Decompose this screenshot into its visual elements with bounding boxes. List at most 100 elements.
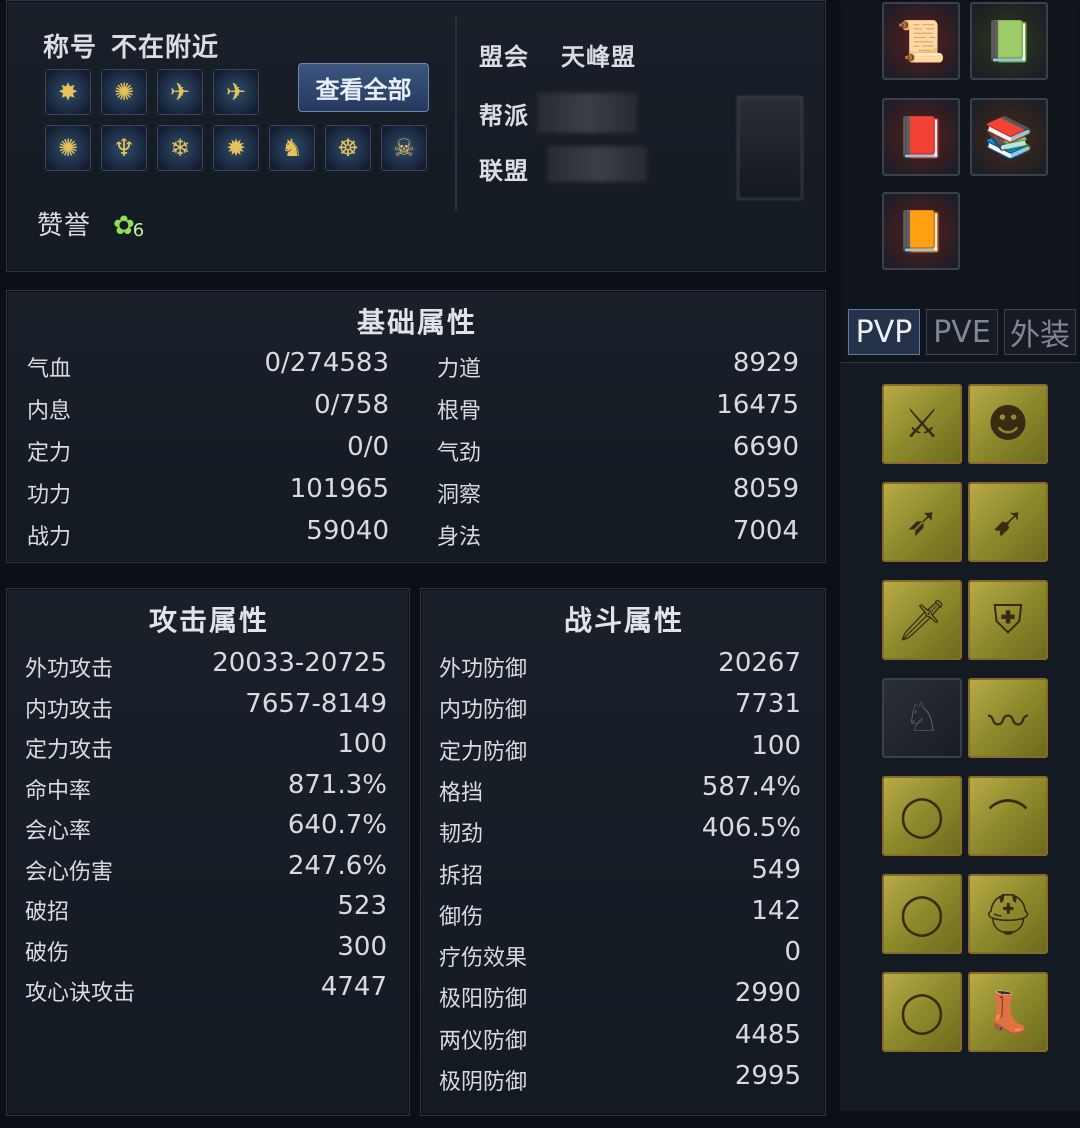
- red-fan-title-icon[interactable]: ✸: [45, 69, 91, 115]
- combat-label: 疗伤效果: [439, 946, 528, 972]
- armor-chest-equip-slot[interactable]: ⛨: [968, 580, 1048, 660]
- sect-label: 帮派: [479, 102, 529, 130]
- attack-label: 会心伤害: [25, 859, 114, 885]
- basic-label: 力道: [437, 357, 482, 382]
- basic-value: 16475: [716, 390, 799, 420]
- alliance-value[interactable]: 天峰盟: [561, 37, 636, 72]
- praise-badge[interactable]: ✿ 6: [113, 205, 157, 241]
- combat-value: 0: [784, 937, 801, 968]
- spear-equip-slot[interactable]: ⚔: [882, 384, 962, 464]
- basic-value: 59040: [306, 516, 389, 546]
- helmet-icon: ⛑: [982, 891, 1034, 938]
- combat-value: 7731: [734, 689, 801, 720]
- basic-label: 身法: [437, 525, 482, 550]
- basic-label: 根骨: [437, 399, 482, 424]
- basic-value: 6690: [732, 432, 799, 462]
- combat-value: 2995: [734, 1061, 801, 1091]
- combat-label: 御伤: [439, 904, 484, 930]
- red-star-title-icon[interactable]: ✹: [213, 125, 259, 171]
- attack-label: 定力攻击: [25, 738, 114, 763]
- basic-value: 8059: [732, 474, 799, 504]
- praise-count: 6: [132, 220, 145, 241]
- combat-label: 极阳防御: [439, 987, 528, 1013]
- spear-icon: ⚔: [904, 401, 940, 447]
- alliance-label: 盟会: [479, 43, 529, 71]
- bracer-equip-slot[interactable]: ⌒: [968, 776, 1048, 856]
- combat-label: 格挡: [439, 780, 484, 806]
- sash-icon: 〰: [988, 699, 1028, 745]
- view-all-button[interactable]: 查看全部: [298, 63, 429, 112]
- dagger-equip-slot[interactable]: 🗡: [882, 580, 962, 660]
- blue-bird-title-icon[interactable]: ✈: [157, 69, 203, 115]
- skull-title-icon[interactable]: ☠: [381, 125, 427, 171]
- basic-value: 8929: [732, 348, 799, 378]
- bow-icon: ➶: [905, 499, 939, 545]
- combat-label: 定力防御: [439, 739, 528, 765]
- combat-value: 4485: [734, 1019, 801, 1050]
- red-tome-icon[interactable]: 📙: [882, 192, 960, 270]
- combat-label: 外功防御: [439, 657, 528, 682]
- basic-label: 气劲: [437, 441, 482, 466]
- basic-attributes-title: 基础属性: [356, 306, 477, 339]
- ring-icon: ◯: [899, 793, 945, 839]
- basic-value: 0/758: [314, 390, 389, 420]
- green-books-icon[interactable]: 📗: [970, 2, 1048, 80]
- attack-value: 247.6%: [287, 850, 387, 881]
- snowflake-title-icon[interactable]: ❄: [157, 125, 203, 171]
- hair-portrait-equip-slot[interactable]: ☻: [968, 384, 1048, 464]
- attack-value: 871.3%: [287, 769, 387, 800]
- union-value-blurred: [547, 146, 647, 182]
- basic-attributes-panel: 基础属性 气血 0/274583 内息 0/758 定力 0/0 功力 101965 战力 590…: [6, 290, 826, 563]
- tab-pve[interactable]: PVE: [926, 309, 998, 355]
- tab-appearance[interactable]: 外装: [1004, 309, 1076, 355]
- attack-label: 外功攻击: [25, 657, 114, 682]
- combat-value: 406.5%: [701, 813, 801, 844]
- horse-equip-slot[interactable]: ♘: [882, 678, 962, 758]
- attack-label: 破招: [25, 900, 70, 925]
- attack-label: 命中率: [25, 778, 92, 804]
- combat-value: 142: [751, 895, 801, 926]
- ring-equip-slot[interactable]: ◯: [882, 874, 962, 954]
- tab-pvp[interactable]: PVP: [848, 309, 920, 355]
- basic-value: 0/0: [347, 432, 389, 462]
- red-book-icon[interactable]: 📕: [882, 98, 960, 176]
- basic-label: 战力: [27, 525, 72, 550]
- combat-value: 2990: [734, 978, 801, 1009]
- ring-equip-slot[interactable]: ◯: [882, 776, 962, 856]
- attack-label: 攻心诀攻击: [25, 981, 136, 1006]
- boots-equip-slot[interactable]: 👢: [968, 972, 1048, 1052]
- hair-portrait-icon: ☻: [987, 401, 1029, 447]
- bracer-icon: ⌒: [988, 797, 1028, 843]
- gold-mask-title-icon[interactable]: ☸: [325, 125, 371, 171]
- blue-bird-title-icon[interactable]: ✈: [213, 69, 259, 115]
- red-dart-equip-slot[interactable]: ➹: [968, 482, 1048, 562]
- blue-flame-title-icon[interactable]: ♆: [101, 125, 147, 171]
- emblem-frame: [737, 96, 803, 200]
- combat-label: 内功防御: [439, 698, 528, 724]
- combat-value: 20267: [718, 648, 801, 678]
- attack-value: 7657-8149: [245, 688, 387, 719]
- scroll-icon[interactable]: 📜: [882, 2, 960, 80]
- helmet-equip-slot[interactable]: ⛑: [968, 874, 1048, 954]
- bow-equip-slot[interactable]: ➶: [882, 482, 962, 562]
- combat-label: 两仪防御: [439, 1028, 528, 1054]
- combat-label: 拆招: [439, 863, 484, 889]
- gold-fan-title-icon[interactable]: ✺: [45, 125, 91, 171]
- combat-label: 韧劲: [439, 822, 484, 848]
- combat-label: 极阴防御: [439, 1070, 528, 1095]
- basic-label: 气血: [27, 357, 72, 382]
- ring-equip-slot[interactable]: ◯: [882, 972, 962, 1052]
- gold-fan-title-icon[interactable]: ✺: [101, 69, 147, 115]
- attack-label: 破伤: [25, 940, 70, 966]
- union-label: 联盟: [479, 157, 529, 185]
- combat-value: 549: [751, 854, 801, 885]
- divider: [455, 15, 457, 211]
- boots-icon: 👢: [983, 989, 1033, 1036]
- attack-label: 内功攻击: [25, 697, 114, 723]
- basic-label: 洞察: [437, 483, 482, 508]
- warrior-title-icon[interactable]: ♞: [269, 125, 315, 171]
- sash-equip-slot[interactable]: 〰: [968, 678, 1048, 758]
- attack-attributes-title: 攻击属性: [148, 604, 269, 637]
- book-stack-icon[interactable]: 📚: [970, 98, 1048, 176]
- title-label: 称号: [43, 33, 98, 63]
